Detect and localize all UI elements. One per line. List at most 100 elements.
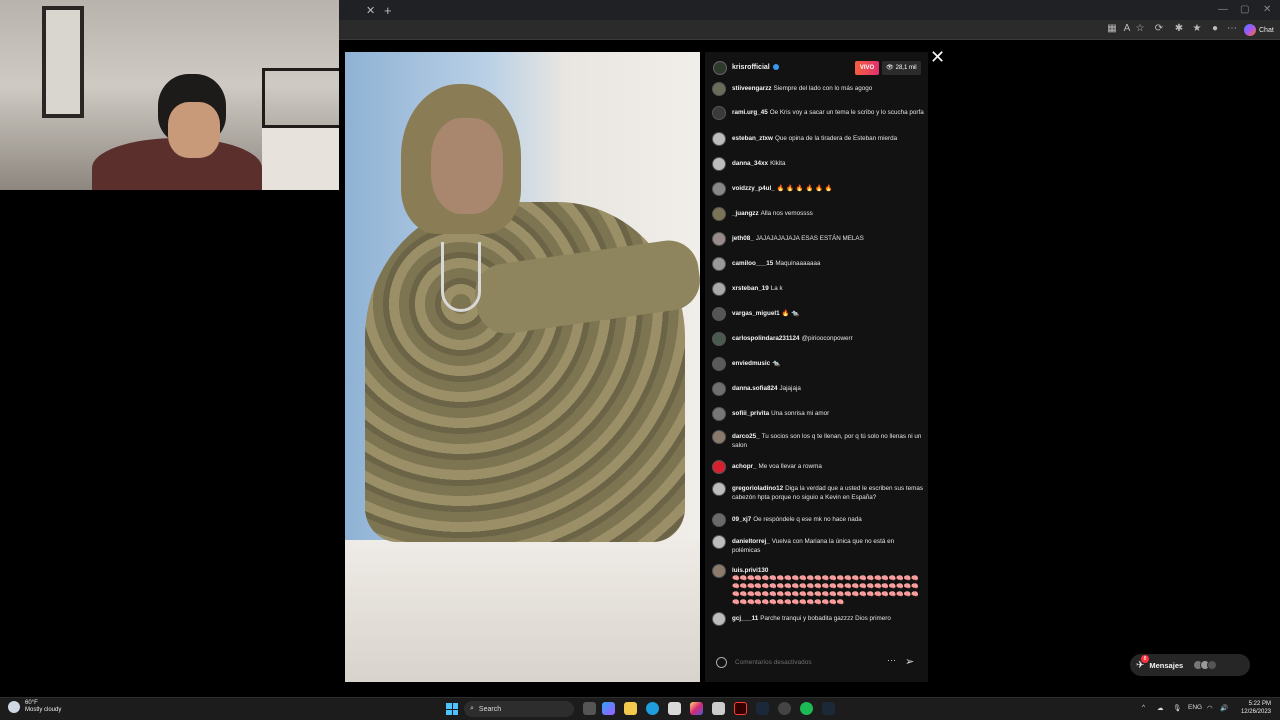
avatar[interactable] bbox=[712, 307, 726, 321]
avatar[interactable] bbox=[712, 182, 726, 196]
refresh-icon[interactable]: ⟳ bbox=[1154, 24, 1164, 34]
tab-close-button[interactable]: ✕ bbox=[366, 4, 375, 17]
mic-icon[interactable]: 🎙 bbox=[1173, 704, 1181, 712]
comment-username[interactable]: achopr_ bbox=[732, 463, 757, 470]
notepad-icon[interactable] bbox=[668, 702, 681, 715]
extensions-icon[interactable]: ✱ bbox=[1174, 24, 1184, 34]
spotify-icon[interactable] bbox=[800, 702, 813, 715]
comment-username[interactable]: gcj___11 bbox=[732, 615, 758, 622]
volume-icon[interactable]: 🔊 bbox=[1220, 704, 1228, 712]
avatar[interactable] bbox=[712, 357, 726, 371]
comment-item[interactable]: camiloo___15 Maquinaaaaaaa bbox=[712, 257, 924, 271]
taskbar-search[interactable]: ⌕ Search bbox=[464, 701, 574, 717]
apps-icon[interactable]: ▦ bbox=[1107, 24, 1117, 34]
weather-widget[interactable]: 60°F Mostly cloudy bbox=[25, 700, 61, 714]
comment-item[interactable]: jeth08_ JAJAJAJAJAJA ESAS ESTÁN MELAS bbox=[712, 232, 924, 246]
comment-item[interactable]: danna.sofia824 Jajajaja bbox=[712, 382, 924, 396]
close-live-button[interactable]: ✕ bbox=[930, 48, 945, 66]
messages-button[interactable]: ✈ 8 Mensajes bbox=[1130, 654, 1250, 676]
comment-username[interactable]: enviedmusic bbox=[732, 360, 770, 367]
copilot-app-icon[interactable] bbox=[602, 702, 615, 715]
cloud-icon[interactable]: ☁ bbox=[1157, 704, 1164, 712]
avatar[interactable] bbox=[712, 332, 726, 346]
copilot-chat-button[interactable]: Chat bbox=[1244, 23, 1274, 37]
host-avatar[interactable] bbox=[713, 61, 727, 75]
comment-item[interactable]: achopr_ Me voa llevar a rowma bbox=[712, 460, 924, 474]
steam-icon[interactable] bbox=[756, 702, 769, 715]
avatar[interactable] bbox=[712, 460, 726, 474]
start-button[interactable] bbox=[446, 703, 458, 715]
avatar[interactable] bbox=[712, 257, 726, 271]
send-icon[interactable]: ➢ bbox=[905, 655, 914, 668]
wifi-icon[interactable]: ◠ bbox=[1207, 704, 1213, 712]
avatar[interactable] bbox=[712, 132, 726, 146]
steam-alt-icon[interactable] bbox=[822, 702, 835, 715]
instagram-icon[interactable] bbox=[690, 702, 703, 715]
more-options-icon[interactable]: ··· bbox=[887, 655, 896, 665]
comment-username[interactable]: jeth08_ bbox=[732, 235, 754, 242]
comment-username[interactable]: xrsteban_19 bbox=[732, 285, 769, 292]
avatar[interactable] bbox=[712, 407, 726, 421]
comment-item[interactable]: stiiveengarzz Siempre del lado con lo más… bbox=[712, 82, 924, 96]
comment-username[interactable]: stiiveengarzz bbox=[732, 85, 772, 92]
comment-item[interactable]: _juangzz Alla nos vemossss bbox=[712, 207, 924, 221]
calendar-app-icon[interactable] bbox=[712, 702, 725, 715]
avatar[interactable] bbox=[712, 513, 726, 527]
edge-icon[interactable] bbox=[646, 702, 659, 715]
avatar[interactable] bbox=[712, 535, 726, 549]
avatar[interactable] bbox=[712, 157, 726, 171]
system-clock[interactable]: 5:22 PM 12/26/2023 bbox=[1237, 700, 1271, 716]
new-tab-button[interactable]: + bbox=[384, 3, 392, 18]
adobe-icon[interactable] bbox=[734, 702, 747, 715]
browser-menu-icon[interactable]: ⋯ bbox=[1227, 24, 1237, 34]
obs-icon[interactable] bbox=[778, 702, 791, 715]
comment-item[interactable]: sofiii_privita Una sonrisa mi amor bbox=[712, 407, 924, 421]
weather-icon[interactable] bbox=[8, 701, 20, 713]
comment-item[interactable]: gcj___11 Parche tranqui y bobadita gazzzz… bbox=[712, 612, 924, 626]
comment-username[interactable]: darco25_ bbox=[732, 433, 760, 440]
comment-item[interactable]: carlospolindara231124 @piriooconpowerr bbox=[712, 332, 924, 346]
avatar[interactable] bbox=[712, 564, 726, 578]
comment-item[interactable]: luis.privi130 🧠🧠🧠🧠🧠🧠🧠🧠🧠🧠🧠🧠🧠🧠🧠🧠🧠🧠🧠🧠🧠🧠🧠🧠🧠🧠🧠… bbox=[712, 564, 924, 607]
window-close-button[interactable]: ✕ bbox=[1263, 4, 1271, 15]
comment-item[interactable]: danna_34xx Klkita bbox=[712, 157, 924, 171]
comment-item[interactable]: vargas_miguel1 🔥 🐀 bbox=[712, 307, 924, 321]
comment-username[interactable]: danna.sofia824 bbox=[732, 385, 778, 392]
comment-item[interactable]: rami.urg_45 Oe Kris voy a sacar un tema l… bbox=[712, 106, 924, 120]
profile-icon[interactable]: ● bbox=[1210, 24, 1220, 34]
tray-chevron-icon[interactable]: ^ bbox=[1142, 704, 1145, 711]
avatar[interactable] bbox=[712, 430, 726, 444]
comment-item[interactable]: xrsteban_19 La k bbox=[712, 282, 924, 296]
favorite-star-icon[interactable]: ☆ bbox=[1135, 24, 1145, 34]
comment-item[interactable]: darco25_ Tu socios son los q te llenan, p… bbox=[712, 430, 924, 450]
avatar[interactable] bbox=[712, 106, 726, 120]
comment-item[interactable]: enviedmusic 🐀 bbox=[712, 357, 924, 371]
maximize-button[interactable]: ▢ bbox=[1240, 4, 1249, 15]
avatar[interactable] bbox=[712, 282, 726, 296]
comment-username[interactable]: voidzzy_p4ul_ bbox=[732, 185, 775, 192]
language-indicator[interactable]: ENG bbox=[1188, 704, 1202, 711]
emoji-icon[interactable] bbox=[716, 657, 727, 668]
comment-item[interactable]: gregorioladino12 Diga la verdad que a ust… bbox=[712, 482, 924, 502]
avatar[interactable] bbox=[712, 232, 726, 246]
host-username[interactable]: krisrofficial bbox=[732, 64, 779, 71]
favorites-icon[interactable]: ★ bbox=[1192, 24, 1202, 34]
file-explorer-icon[interactable] bbox=[624, 702, 637, 715]
comment-username[interactable]: danieltorrej_ bbox=[732, 538, 770, 545]
comment-item[interactable]: danieltorrej_ Vuelva con Mariana la única… bbox=[712, 535, 924, 555]
avatar[interactable] bbox=[712, 82, 726, 96]
comment-username[interactable]: carlospolindara231124 bbox=[732, 335, 800, 342]
live-video[interactable] bbox=[345, 52, 700, 682]
comment-username[interactable]: _juangzz bbox=[732, 210, 759, 217]
comment-username[interactable]: camiloo___15 bbox=[732, 260, 773, 267]
avatar[interactable] bbox=[712, 482, 726, 496]
comment-username[interactable]: rami.urg_45 bbox=[732, 109, 768, 116]
comment-item[interactable]: voidzzy_p4ul_ 🔥 🔥 🔥 🔥 🔥 🔥 bbox=[712, 182, 924, 196]
comment-item[interactable]: esteban_ztxw Que opina de la tiradera de … bbox=[712, 132, 924, 146]
minimize-button[interactable]: — bbox=[1218, 4, 1228, 15]
comment-username[interactable]: esteban_ztxw bbox=[732, 135, 773, 142]
comment-username[interactable]: 09_xj7 bbox=[732, 516, 751, 523]
avatar[interactable] bbox=[712, 612, 726, 626]
task-view-icon[interactable] bbox=[583, 702, 596, 715]
comment-username[interactable]: vargas_miguel1 bbox=[732, 310, 780, 317]
